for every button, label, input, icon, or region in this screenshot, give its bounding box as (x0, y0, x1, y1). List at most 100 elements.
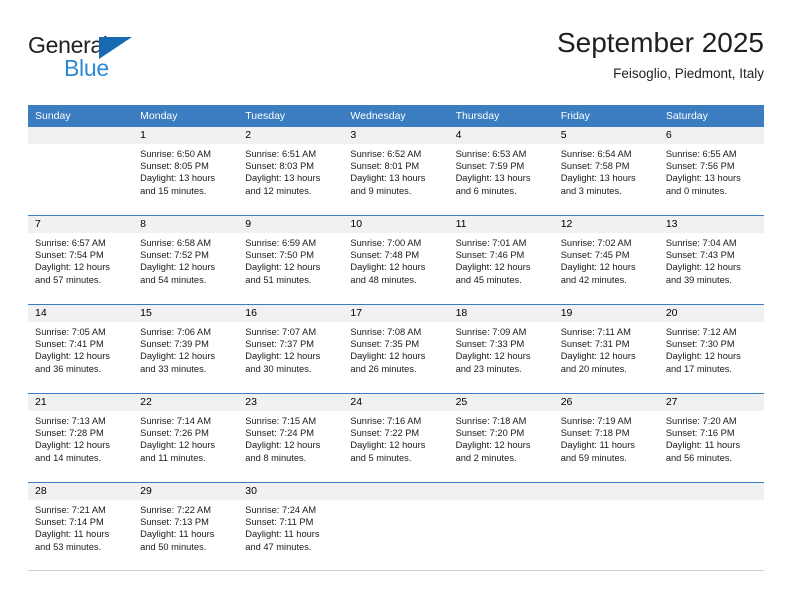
daylight-text-line1: Daylight: 11 hours (665, 440, 741, 451)
day-cell[interactable]: 12 Sunrise: 7:02 AM Sunset: 7:45 PM Dayligh… (553, 216, 659, 304)
day-cell[interactable]: 6 Sunrise: 6:55 AM Sunset: 7:56 PM Daylight… (658, 127, 764, 215)
calendar-week-row: 14 Sunrise: 7:05 AM Sunset: 7:41 PM Dayligh… (28, 304, 764, 393)
day-cell[interactable]: 11 Sunrise: 7:01 AM Sunset: 7:46 PM Dayligh… (448, 216, 554, 304)
day-cell[interactable]: 24 Sunrise: 7:16 AM Sunset: 7:22 PM Dayligh… (343, 394, 449, 482)
sunrise-text: Sunrise: 7:12 AM (665, 327, 737, 337)
day-cell[interactable]: 10 Sunrise: 7:00 AM Sunset: 7:48 PM Dayligh… (343, 216, 449, 304)
daylight-text-line2: and 57 minutes. (35, 274, 102, 285)
day-number: 3 (343, 127, 449, 144)
page-header: General Blue September 2025 Feisoglio, P… (28, 26, 764, 100)
day-cell[interactable]: 8 Sunrise: 6:58 AM Sunset: 7:52 PM Daylight… (133, 216, 239, 304)
daylight-text-line2: and 11 minutes. (140, 452, 206, 463)
day-cell[interactable]: 17 Sunrise: 7:08 AM Sunset: 7:35 PM Dayligh… (343, 305, 449, 393)
day-cell-empty (553, 483, 659, 570)
day-cell[interactable]: 25 Sunrise: 7:18 AM Sunset: 7:20 PM Dayligh… (448, 394, 554, 482)
day-number: 21 (28, 394, 134, 411)
daylight-text-line2: and 39 minutes. (665, 274, 732, 285)
day-number: 23 (238, 394, 344, 411)
sunset-text: Sunset: 7:56 PM (665, 161, 735, 172)
sunrise-text: Sunrise: 6:54 AM (560, 149, 632, 159)
sunset-text: Sunset: 7:33 PM (455, 339, 525, 350)
sunset-text: Sunset: 7:24 PM (245, 428, 315, 439)
sunrise-text: Sunrise: 7:06 AM (140, 327, 211, 337)
day-number (658, 483, 764, 500)
day-number: 26 (553, 394, 659, 411)
sunrise-text: Sunrise: 6:58 AM (140, 238, 211, 248)
day-cell[interactable]: 21 Sunrise: 7:13 AM Sunset: 7:28 PM Dayligh… (28, 394, 134, 482)
sunrise-text: Sunrise: 7:11 AM (560, 327, 631, 337)
day-cell[interactable]: 26 Sunrise: 7:19 AM Sunset: 7:18 PM Dayligh… (553, 394, 659, 482)
day-cell[interactable]: 23 Sunrise: 7:15 AM Sunset: 7:24 PM Dayligh… (238, 394, 344, 482)
day-number: 22 (133, 394, 239, 411)
sunrise-text: Sunrise: 7:09 AM (455, 327, 527, 337)
day-cell[interactable]: 3 Sunrise: 6:52 AM Sunset: 8:01 PM Daylight… (343, 127, 449, 215)
day-cell[interactable]: 7 Sunrise: 6:57 AM Sunset: 7:54 PM Daylight… (28, 216, 134, 304)
day-cell[interactable]: 13 Sunrise: 7:04 AM Sunset: 7:43 PM Dayligh… (658, 216, 764, 304)
daylight-text-line2: and 5 minutes. (350, 452, 412, 463)
daylight-text-line1: Daylight: 12 hours (245, 440, 321, 451)
day-cell[interactable]: 9 Sunrise: 6:59 AM Sunset: 7:50 PM Daylight… (238, 216, 344, 304)
sunrise-text: Sunrise: 6:53 AM (455, 149, 527, 159)
calendar-week-row: 21 Sunrise: 7:13 AM Sunset: 7:28 PM Dayligh… (28, 393, 764, 482)
day-details: Sunrise: 7:02 AM Sunset: 7:45 PM Daylight:… (554, 233, 659, 286)
sunset-text: Sunset: 7:43 PM (665, 250, 735, 261)
daylight-text-line2: and 20 minutes. (560, 363, 627, 374)
day-cell[interactable]: 22 Sunrise: 7:14 AM Sunset: 7:26 PM Dayligh… (133, 394, 239, 482)
daylight-text-line1: Daylight: 12 hours (140, 440, 216, 451)
brand-logo[interactable]: General Blue (28, 32, 158, 84)
brand-name-blue: Blue (64, 55, 109, 81)
weekday-header-wednesday: Wednesday (350, 110, 406, 122)
daylight-text-line1: Daylight: 12 hours (245, 351, 321, 362)
day-cell[interactable]: 19 Sunrise: 7:11 AM Sunset: 7:31 PM Dayligh… (553, 305, 659, 393)
daylight-text-line1: Daylight: 12 hours (350, 440, 426, 451)
day-details (28, 144, 133, 148)
day-cell[interactable]: 20 Sunrise: 7:12 AM Sunset: 7:30 PM Dayligh… (658, 305, 764, 393)
day-number: 18 (448, 305, 554, 322)
daylight-text-line2: and 50 minutes. (140, 541, 207, 552)
day-details: Sunrise: 6:59 AM Sunset: 7:50 PM Daylight:… (238, 233, 343, 286)
daylight-text-line1: Daylight: 12 hours (560, 351, 636, 362)
day-details (343, 500, 448, 504)
daylight-text-line1: Daylight: 12 hours (455, 262, 531, 273)
day-cell[interactable]: 18 Sunrise: 7:09 AM Sunset: 7:33 PM Dayligh… (448, 305, 554, 393)
daylight-text-line2: and 45 minutes. (455, 274, 522, 285)
day-cell[interactable]: 2 Sunrise: 6:51 AM Sunset: 8:03 PM Daylight… (238, 127, 344, 215)
day-cell[interactable]: 30 Sunrise: 7:24 AM Sunset: 7:11 PM Dayligh… (238, 483, 344, 570)
day-cell[interactable]: 4 Sunrise: 6:53 AM Sunset: 7:59 PM Daylight… (448, 127, 554, 215)
day-details: Sunrise: 7:04 AM Sunset: 7:43 PM Daylight:… (659, 233, 764, 286)
sunset-text: Sunset: 7:37 PM (245, 339, 315, 350)
day-cell[interactable]: 29 Sunrise: 7:22 AM Sunset: 7:13 PM Dayligh… (133, 483, 239, 570)
day-number: 27 (658, 394, 764, 411)
day-number: 15 (133, 305, 239, 322)
sunrise-text: Sunrise: 7:08 AM (350, 327, 422, 337)
day-number: 16 (238, 305, 344, 322)
day-number: 11 (448, 216, 554, 233)
daylight-text-line2: and 53 minutes. (35, 541, 102, 552)
sunset-text: Sunset: 7:20 PM (455, 428, 525, 439)
sunrise-text: Sunrise: 7:22 AM (140, 505, 211, 515)
day-cell[interactable]: 15 Sunrise: 7:06 AM Sunset: 7:39 PM Dayligh… (133, 305, 239, 393)
daylight-text-line1: Daylight: 12 hours (140, 262, 216, 273)
day-number: 28 (28, 483, 134, 500)
day-number: 5 (553, 127, 659, 144)
sunset-text: Sunset: 7:18 PM (560, 428, 630, 439)
sunrise-text: Sunrise: 7:05 AM (35, 327, 106, 337)
sunrise-text: Sunrise: 7:19 AM (560, 416, 632, 426)
daylight-text-line1: Daylight: 12 hours (665, 262, 741, 273)
day-cell[interactable]: 14 Sunrise: 7:05 AM Sunset: 7:41 PM Dayligh… (28, 305, 134, 393)
sunrise-text: Sunrise: 7:13 AM (35, 416, 106, 426)
day-number: 17 (343, 305, 449, 322)
day-cell[interactable]: 1 Sunrise: 6:50 AM Sunset: 8:05 PM Daylight… (133, 127, 239, 215)
daylight-text-line1: Daylight: 13 hours (665, 173, 741, 184)
day-cell[interactable]: 5 Sunrise: 6:54 AM Sunset: 7:58 PM Daylight… (553, 127, 659, 215)
day-cell[interactable]: 27 Sunrise: 7:20 AM Sunset: 7:16 PM Dayligh… (658, 394, 764, 482)
day-cell[interactable]: 16 Sunrise: 7:07 AM Sunset: 7:37 PM Dayligh… (238, 305, 344, 393)
day-cell[interactable]: 28 Sunrise: 7:21 AM Sunset: 7:14 PM Dayligh… (28, 483, 134, 570)
day-number: 30 (238, 483, 344, 500)
day-details: Sunrise: 7:13 AM Sunset: 7:28 PM Daylight:… (28, 411, 133, 464)
day-number: 29 (133, 483, 239, 500)
daylight-text-line2: and 26 minutes. (350, 363, 417, 374)
daylight-text-line2: and 0 minutes. (665, 185, 727, 196)
day-details: Sunrise: 7:20 AM Sunset: 7:16 PM Daylight:… (659, 411, 764, 464)
day-details: Sunrise: 7:15 AM Sunset: 7:24 PM Daylight:… (238, 411, 343, 464)
